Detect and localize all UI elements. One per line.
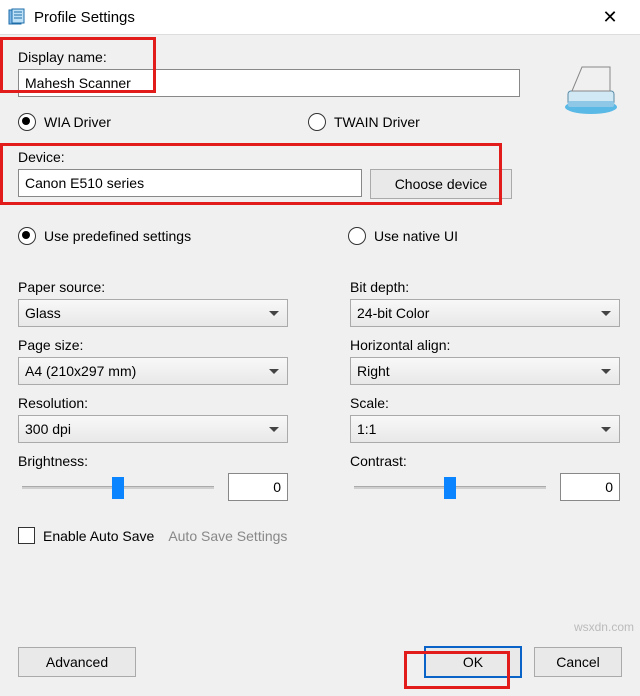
- scale-select[interactable]: [350, 415, 620, 443]
- page-size-label: Page size:: [18, 337, 288, 353]
- watermark: wsxdn.com: [574, 620, 634, 634]
- bit-depth-label: Bit depth:: [350, 279, 620, 295]
- resolution-select[interactable]: [18, 415, 288, 443]
- wia-driver-radio[interactable]: [18, 113, 36, 131]
- auto-save-settings-link[interactable]: Auto Save Settings: [168, 528, 287, 544]
- halign-label: Horizontal align:: [350, 337, 620, 353]
- close-button[interactable]: ✕: [590, 7, 630, 28]
- brightness-slider[interactable]: [18, 475, 218, 499]
- paper-source-select[interactable]: [18, 299, 288, 327]
- display-name-input[interactable]: [18, 69, 520, 97]
- native-ui-label: Use native UI: [374, 228, 458, 244]
- bit-depth-select[interactable]: [350, 299, 620, 327]
- contrast-label: Contrast:: [350, 453, 620, 469]
- brightness-label: Brightness:: [18, 453, 288, 469]
- resolution-label: Resolution:: [18, 395, 288, 411]
- app-icon: [8, 8, 26, 26]
- predefined-settings-label: Use predefined settings: [44, 228, 191, 244]
- paper-source-label: Paper source:: [18, 279, 288, 295]
- dialog-body: Display name: WIA Driver TWAIN Driver De…: [0, 34, 640, 696]
- page-size-select[interactable]: [18, 357, 288, 385]
- brightness-value[interactable]: [228, 473, 288, 501]
- ok-button[interactable]: OK: [424, 646, 522, 678]
- twain-driver-radio[interactable]: [308, 113, 326, 131]
- contrast-value[interactable]: [560, 473, 620, 501]
- advanced-button[interactable]: Advanced: [18, 647, 136, 677]
- device-label: Device:: [18, 149, 622, 165]
- cancel-button[interactable]: Cancel: [534, 647, 622, 677]
- scanner-icon: [562, 59, 620, 117]
- choose-device-button[interactable]: Choose device: [370, 169, 512, 199]
- predefined-settings-radio[interactable]: [18, 227, 36, 245]
- window-title: Profile Settings: [34, 9, 590, 26]
- enable-auto-save-label: Enable Auto Save: [43, 528, 154, 544]
- native-ui-radio[interactable]: [348, 227, 366, 245]
- wia-driver-label: WIA Driver: [44, 114, 111, 130]
- scale-label: Scale:: [350, 395, 620, 411]
- twain-driver-label: TWAIN Driver: [334, 114, 420, 130]
- title-bar: Profile Settings ✕: [0, 0, 640, 34]
- device-input[interactable]: [18, 169, 362, 197]
- enable-auto-save-checkbox[interactable]: [18, 527, 35, 544]
- footer: Advanced OK Cancel: [18, 646, 622, 678]
- display-name-label: Display name:: [18, 49, 622, 65]
- halign-select[interactable]: [350, 357, 620, 385]
- contrast-slider[interactable]: [350, 475, 550, 499]
